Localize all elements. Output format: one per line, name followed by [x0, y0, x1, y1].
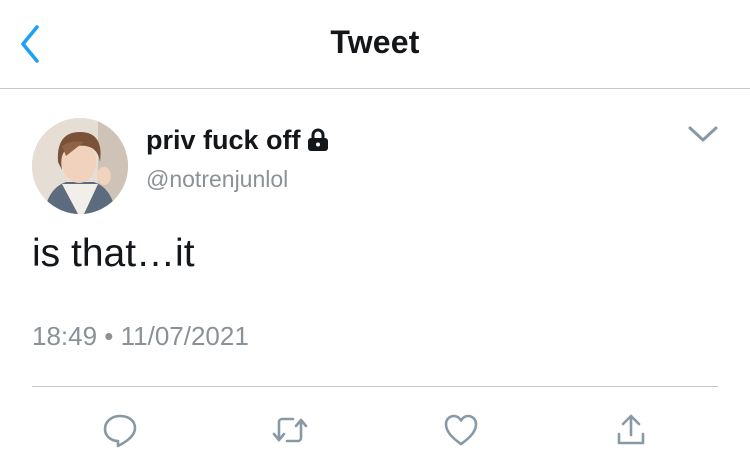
page-title: Tweet: [330, 24, 420, 60]
speech-bubble-icon: [103, 414, 137, 448]
retweet-button[interactable]: [270, 410, 310, 450]
user-name-row[interactable]: priv fuck off: [146, 122, 331, 158]
user-handle[interactable]: @notrenjunlol: [146, 166, 288, 193]
divider: [32, 386, 718, 387]
display-name[interactable]: priv fuck off: [146, 125, 301, 156]
heart-icon: [444, 414, 478, 446]
chevron-down-icon: [688, 126, 718, 142]
tweet-menu-button[interactable]: [686, 122, 720, 146]
like-button[interactable]: [441, 410, 481, 450]
tweet-timestamp: 18:49 • 11/07/2021: [32, 321, 249, 351]
navigation-header: Tweet: [0, 0, 750, 89]
lock-icon: [305, 127, 331, 153]
avatar[interactable]: [32, 118, 128, 214]
tweet-text: is that…it: [32, 232, 195, 275]
share-icon: [617, 414, 645, 445]
reply-button[interactable]: [100, 410, 140, 450]
retweet-icon: [272, 417, 308, 443]
share-button[interactable]: [611, 410, 651, 450]
avatar-image: [32, 118, 128, 214]
